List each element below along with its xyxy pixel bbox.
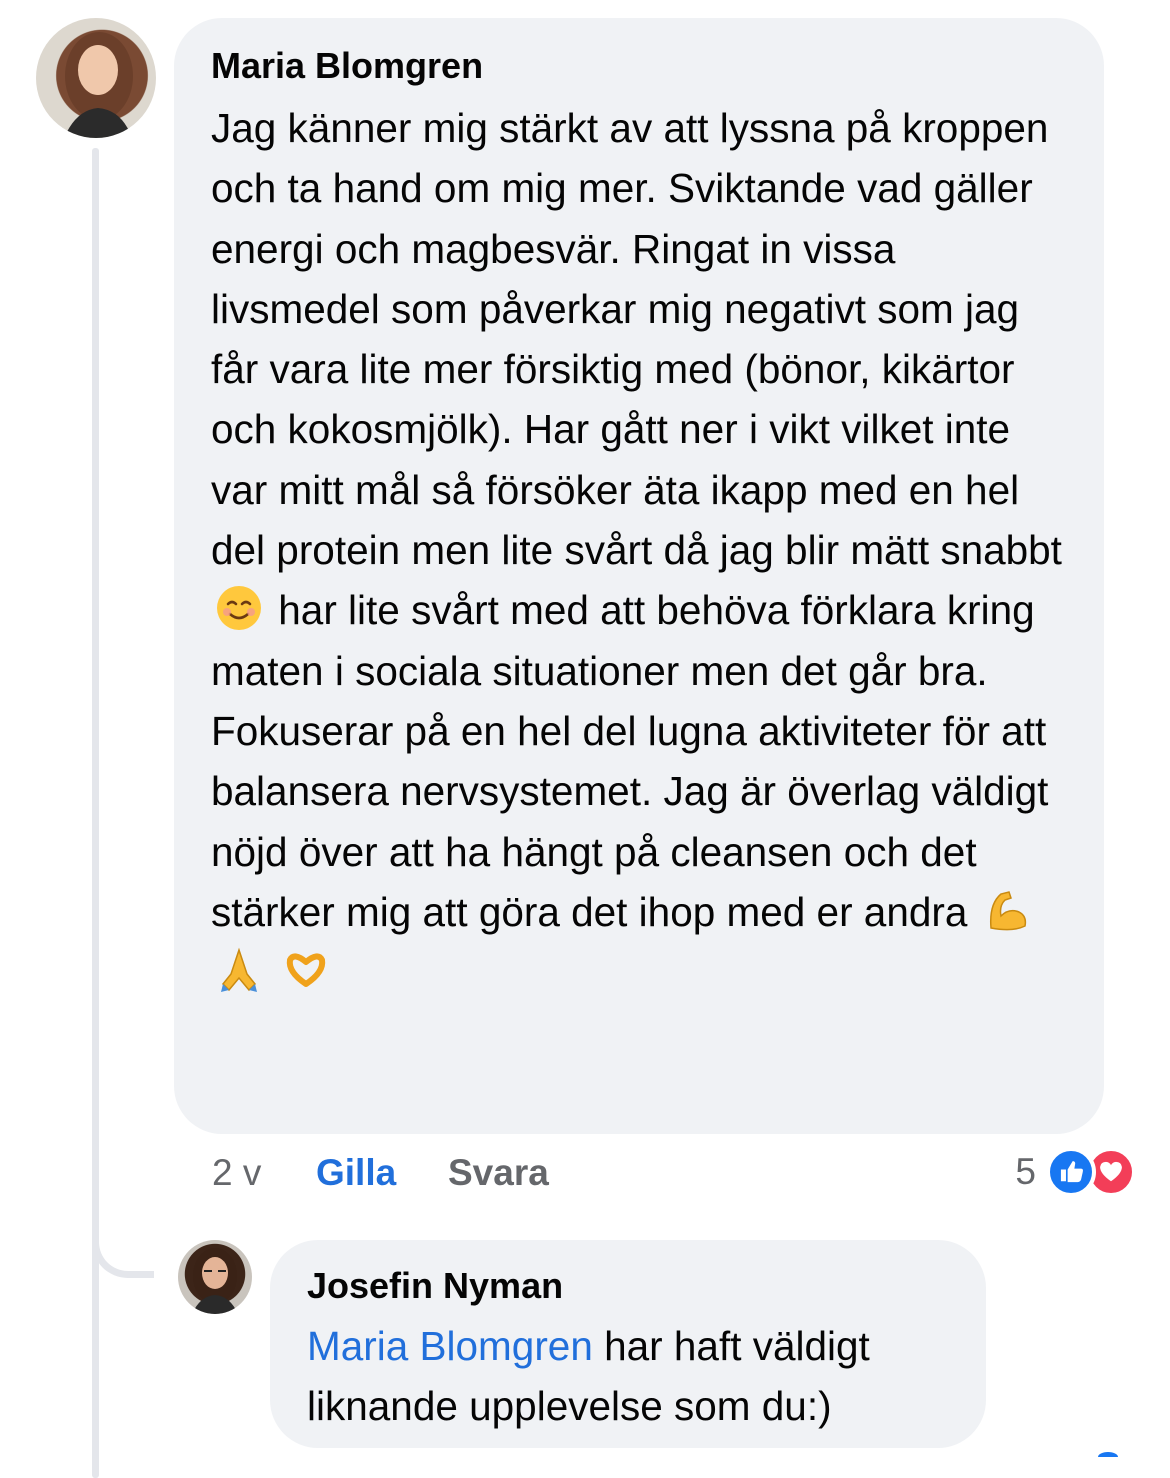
- thread-line: [92, 148, 99, 1478]
- mention-link[interactable]: Maria Blomgren: [307, 1323, 593, 1369]
- reactions-summary[interactable]: 5: [1015, 1146, 1136, 1198]
- comment-text-part-2: har lite svårt med att behöva förklara k…: [211, 587, 1049, 935]
- folded-hands-emoji: [215, 946, 263, 994]
- comment-actions: 2 v Gilla Svara: [212, 1148, 549, 1198]
- reply-text: Maria Blomgren har haft väldigt liknande…: [307, 1316, 950, 1437]
- profile-photo: [64, 32, 133, 138]
- reaction-count: 5: [1015, 1151, 1036, 1192]
- reply-author[interactable]: Josefin Nyman: [307, 1264, 950, 1308]
- avatar[interactable]: [36, 18, 156, 138]
- comment-timestamp[interactable]: 2 v: [212, 1152, 316, 1194]
- like-button[interactable]: Gilla: [316, 1152, 448, 1194]
- comment-bubble: Maria Blomgren Jag känner mig stärkt av …: [174, 18, 1104, 1134]
- heart-hands-emoji: [282, 946, 330, 994]
- comment-text-part-1: Jag känner mig stärkt av att lyssna på k…: [211, 105, 1062, 574]
- comment-text: Jag känner mig stärkt av att lyssna på k…: [211, 98, 1068, 1002]
- thread-connector: [92, 1220, 154, 1278]
- reply-button[interactable]: Svara: [448, 1152, 549, 1194]
- partial-reaction-icon: [1098, 1452, 1118, 1462]
- thumbs-up-icon: [1046, 1147, 1096, 1197]
- smiling-face-emoji: [215, 584, 263, 632]
- reply-avatar[interactable]: [178, 1240, 252, 1314]
- reply-profile-photo: [192, 1248, 238, 1314]
- comment-author[interactable]: Maria Blomgren: [211, 44, 1068, 88]
- reply-bubble: Josefin Nyman Maria Blomgren har haft vä…: [270, 1240, 986, 1448]
- flexed-biceps-emoji: [983, 886, 1031, 934]
